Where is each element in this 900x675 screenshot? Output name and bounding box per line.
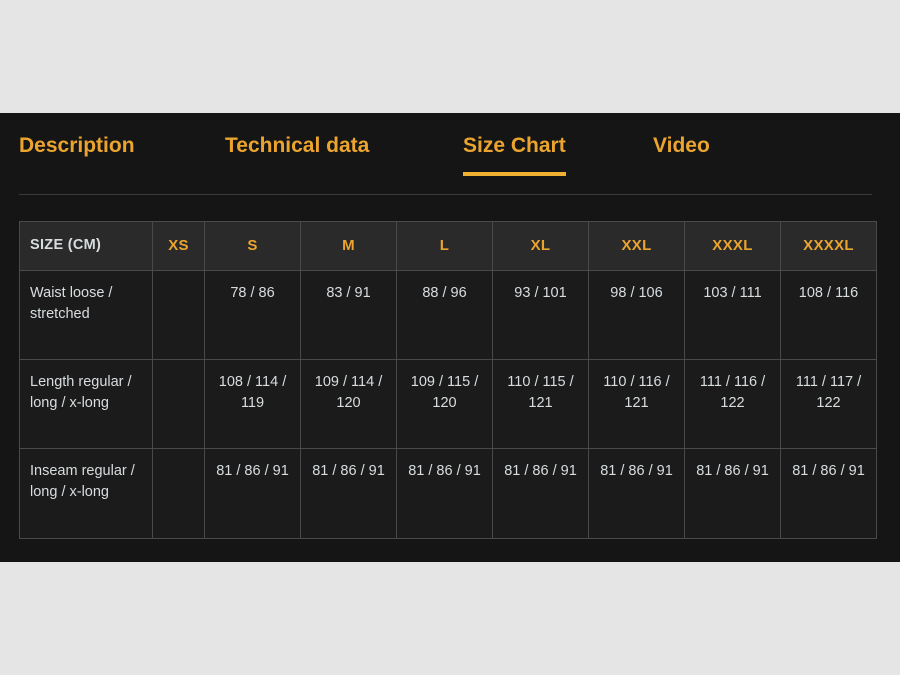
cell-inseam-s: 81 / 86 / 91 <box>204 447 301 539</box>
tab-bar-divider <box>19 194 872 195</box>
cell-waist-xl: 93 / 101 <box>492 269 589 360</box>
column-header-xl: XL <box>492 221 589 271</box>
cell-waist-xxxl: 103 / 111 <box>684 269 781 360</box>
cell-inseam-xxl: 81 / 86 / 91 <box>588 447 685 539</box>
cell-length-xs <box>152 358 205 449</box>
cell-inseam-xxxl: 81 / 86 / 91 <box>684 447 781 539</box>
table-row: Inseam regular / long / x-long 81 / 86 /… <box>19 447 877 539</box>
tab-video[interactable]: Video <box>653 122 710 170</box>
cell-length-xxxl: 111 / 116 / 122 <box>684 358 781 449</box>
column-header-xxl: XXL <box>588 221 685 271</box>
column-header-xs: XS <box>152 221 205 271</box>
cell-inseam-l: 81 / 86 / 91 <box>396 447 493 539</box>
cell-waist-xs <box>152 269 205 360</box>
tab-size-chart-label: Size Chart <box>463 134 566 157</box>
tab-size-chart[interactable]: Size Chart <box>463 122 566 176</box>
tab-description-label: Description <box>19 134 135 157</box>
column-header-xxxl: XXXL <box>684 221 781 271</box>
column-header-m: M <box>300 221 397 271</box>
cell-length-s: 108 / 114 / 119 <box>204 358 301 449</box>
cell-inseam-xs <box>152 447 205 539</box>
cell-length-l: 109 / 115 / 120 <box>396 358 493 449</box>
cell-length-m: 109 / 114 / 120 <box>300 358 397 449</box>
cell-inseam-m: 81 / 86 / 91 <box>300 447 397 539</box>
cell-inseam-xl: 81 / 86 / 91 <box>492 447 589 539</box>
table-row: Waist loose / stretched 78 / 86 83 / 91 … <box>19 269 877 360</box>
column-header-xxxxl: XXXXL <box>780 221 877 271</box>
size-chart-table: SIZE (CM) XS S M L XL XXL XXXL XXXXL Wai… <box>19 221 877 539</box>
cell-waist-xxxxl: 108 / 116 <box>780 269 877 360</box>
column-header-s: S <box>204 221 301 271</box>
column-header-l: L <box>396 221 493 271</box>
size-unit-label: SIZE (CM) <box>19 221 153 271</box>
cell-inseam-xxxxl: 81 / 86 / 91 <box>780 447 877 539</box>
tab-technical-data[interactable]: Technical data <box>225 122 369 170</box>
tab-bar: Description Technical data Size Chart Vi… <box>19 122 872 185</box>
table-header-row: SIZE (CM) XS S M L XL XXL XXXL XXXXL <box>19 221 877 271</box>
page-root: Description Technical data Size Chart Vi… <box>0 0 900 675</box>
row-label-inseam: Inseam regular / long / x-long <box>19 447 153 539</box>
cell-waist-m: 83 / 91 <box>300 269 397 360</box>
table-row: Length regular / long / x-long 108 / 114… <box>19 358 877 449</box>
cell-waist-s: 78 / 86 <box>204 269 301 360</box>
cell-length-xxxxl: 111 / 117 / 122 <box>780 358 877 449</box>
tab-technical-data-label: Technical data <box>225 134 370 157</box>
product-detail-panel: Description Technical data Size Chart Vi… <box>0 113 900 562</box>
row-label-length: Length regular / long / x-long <box>19 358 153 449</box>
cell-length-xxl: 110 / 116 / 121 <box>588 358 685 449</box>
tab-active-underline <box>463 172 566 176</box>
cell-waist-l: 88 / 96 <box>396 269 493 360</box>
tab-video-label: Video <box>653 134 710 157</box>
tab-description[interactable]: Description <box>19 122 135 170</box>
cell-length-xl: 110 / 115 / 121 <box>492 358 589 449</box>
cell-waist-xxl: 98 / 106 <box>588 269 685 360</box>
row-label-waist: Waist loose / stretched <box>19 269 153 360</box>
